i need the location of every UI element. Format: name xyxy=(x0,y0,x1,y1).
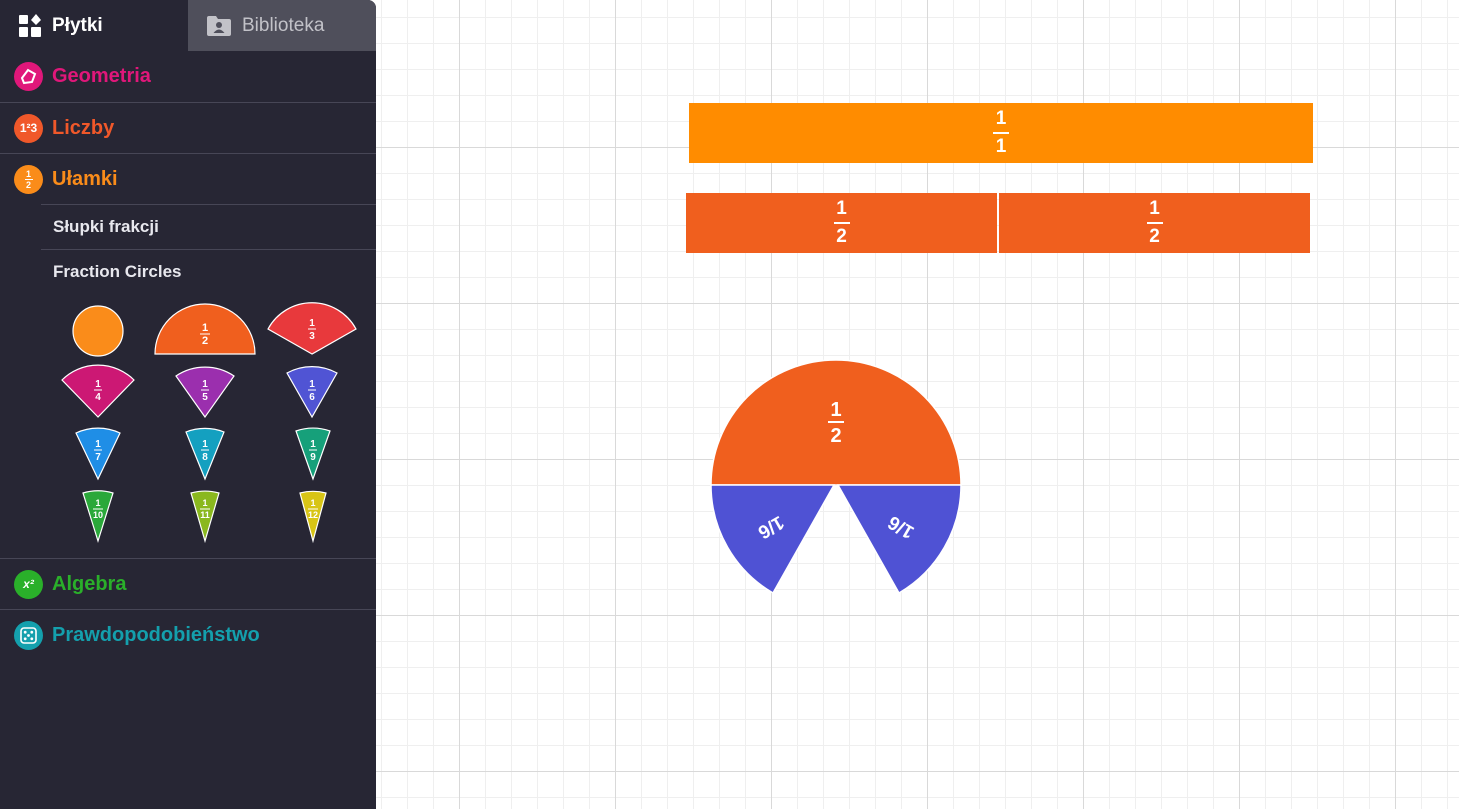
fraction-bar-whole[interactable]: 1 1 xyxy=(689,103,1313,163)
palette-tile[interactable]: 1 3 xyxy=(266,302,358,356)
palette-tile[interactable] xyxy=(71,304,125,358)
bar-denominator: 1 xyxy=(995,136,1007,157)
tile-numerator: 1 xyxy=(310,439,316,450)
category-algebra[interactable]: x² Algebra xyxy=(0,558,376,609)
palette-tile[interactable]: 1 9 xyxy=(294,422,332,482)
bar-numerator: 1 xyxy=(995,108,1007,129)
fraction-bar-half[interactable]: 1 2 xyxy=(686,193,997,253)
fraction-bar-half[interactable]: 1 2 xyxy=(999,193,1310,253)
palette-tile[interactable]: 1 10 xyxy=(81,486,115,544)
palette-tile[interactable]: 1 8 xyxy=(184,422,226,482)
tile-denominator: 2 xyxy=(202,335,208,347)
palette-tile[interactable]: 1 12 xyxy=(298,486,328,544)
tiles-sidebar: Płytki Biblioteka Geometria 1²3 Liczby 1… xyxy=(0,0,376,809)
tile-denominator: 12 xyxy=(308,510,318,520)
tile-numerator: 1 xyxy=(202,439,208,450)
geometry-icon xyxy=(14,62,43,91)
tile-numerator: 1 xyxy=(202,322,208,334)
subcategory-fraction-bars[interactable]: Słupki frakcji xyxy=(41,204,376,249)
category-prawdopodobienstwo[interactable]: Prawdopodobieństwo xyxy=(0,609,376,660)
sidebar-tabs: Płytki Biblioteka xyxy=(0,0,376,51)
dice-icon xyxy=(14,620,43,650)
tile-denominator: 5 xyxy=(202,392,208,403)
tile-denominator: 8 xyxy=(202,452,208,463)
tile-numerator: 1 xyxy=(95,498,100,508)
tile-denominator: 10 xyxy=(93,510,103,520)
tab-label: Biblioteka xyxy=(242,14,325,36)
category-geometria[interactable]: Geometria xyxy=(0,51,376,102)
category-liczby[interactable]: 1²3 Liczby xyxy=(0,102,376,153)
tab-plytki[interactable]: Płytki xyxy=(0,0,188,51)
category-label: Liczby xyxy=(52,116,115,139)
piece-numerator: 1 xyxy=(830,399,841,421)
palette-tile[interactable]: 1 6 xyxy=(285,360,339,420)
tile-denominator: 3 xyxy=(309,331,315,342)
tab-biblioteka[interactable]: Biblioteka xyxy=(188,0,376,51)
tile-denominator: 11 xyxy=(200,510,210,520)
tile-numerator: 1 xyxy=(202,379,208,390)
tile-numerator: 1 xyxy=(95,379,101,390)
fraction-icon: 12 xyxy=(14,164,43,194)
piece-denominator: 2 xyxy=(830,425,841,447)
subcategory-fraction-circles[interactable]: Fraction Circles xyxy=(41,249,376,294)
palette-tile[interactable]: 1 5 xyxy=(174,360,236,420)
tile-numerator: 1 xyxy=(310,498,315,508)
palette-tile[interactable]: 1 11 xyxy=(189,486,221,544)
tiles-icon xyxy=(19,13,41,37)
bar-numerator: 1 xyxy=(836,198,847,219)
folder-user-icon xyxy=(207,15,231,36)
fraction-circle-palette: 1 2 1 3 1 4 1 5 1 6 1 7 1 8 1 9 1 10 1 1… xyxy=(0,294,376,558)
bar-numerator: 1 xyxy=(1149,198,1160,219)
category-label: Prawdopodobieństwo xyxy=(52,623,260,646)
tile-numerator: 1 xyxy=(309,379,315,390)
tile-numerator: 1 xyxy=(95,439,101,450)
palette-tile[interactable]: 1 7 xyxy=(74,422,122,482)
algebra-icon: x² xyxy=(14,569,43,599)
tile-denominator: 6 xyxy=(309,392,315,403)
tile-denominator: 9 xyxy=(310,452,316,463)
tab-label: Płytki xyxy=(52,14,103,36)
circle-sixth-piece[interactable]: 1/6 xyxy=(836,484,962,595)
circle-half-piece[interactable]: 1 2 xyxy=(710,359,962,486)
tile-numerator: 1 xyxy=(309,318,315,329)
fraction-circle-group: 1 2 1/6 1/6 xyxy=(710,359,962,595)
tile-denominator: 4 xyxy=(95,392,101,403)
category-ulamki[interactable]: 12 Ułamki xyxy=(0,153,376,204)
circle-sixth-piece[interactable]: 1/6 xyxy=(710,484,836,595)
bar-denominator: 2 xyxy=(1149,226,1160,247)
category-label: Algebra xyxy=(52,572,127,595)
numbers-icon: 1²3 xyxy=(14,113,43,143)
category-label: Ułamki xyxy=(52,167,118,190)
palette-tile[interactable]: 1 2 xyxy=(154,303,256,357)
tile-numerator: 1 xyxy=(202,498,207,508)
palette-tile[interactable]: 1 4 xyxy=(60,360,136,420)
bar-denominator: 2 xyxy=(836,226,847,247)
tile-denominator: 7 xyxy=(95,452,101,463)
category-label: Geometria xyxy=(52,65,151,87)
